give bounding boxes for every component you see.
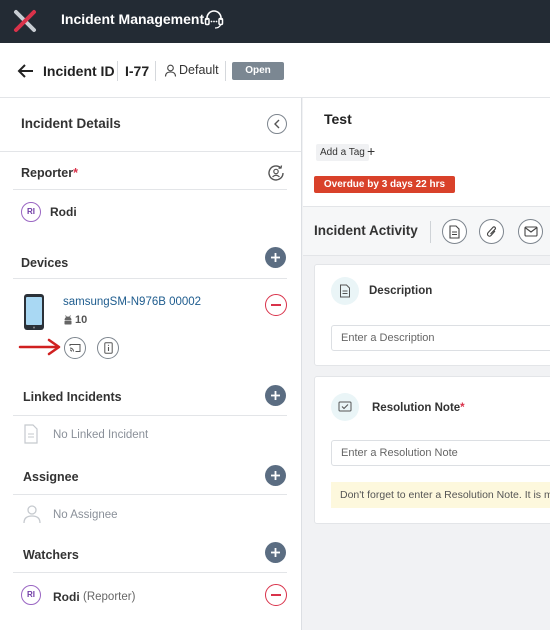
profile-label[interactable]: Default — [179, 63, 219, 77]
paperclip-icon — [486, 225, 496, 237]
incident-id: I-77 — [125, 63, 150, 79]
x-logo-icon[interactable] — [11, 7, 39, 35]
divider — [225, 61, 226, 81]
plus-icon — [271, 548, 280, 557]
resolution-warning: Don't forget to enter a Resolution Note.… — [331, 482, 550, 508]
watcher-name: Rodi — [53, 590, 80, 604]
divider — [13, 494, 287, 495]
chevron-left-icon — [274, 119, 280, 129]
minus-icon — [271, 304, 281, 306]
android-icon — [64, 314, 72, 324]
document-icon — [449, 224, 460, 239]
add-watcher-button[interactable] — [265, 542, 286, 563]
minus-icon — [271, 594, 281, 596]
plus-icon — [271, 391, 280, 400]
reporter-settings-icon[interactable] — [266, 163, 286, 183]
assignee-label: Assignee — [23, 470, 79, 484]
device-os: 10 — [63, 314, 87, 326]
document-icon — [23, 424, 39, 444]
avatar: RI — [21, 585, 41, 605]
description-icon — [331, 277, 359, 305]
divider — [13, 572, 287, 573]
incident-name[interactable]: Test — [324, 111, 352, 127]
remove-watcher-button[interactable] — [265, 584, 287, 606]
arrow-left-icon[interactable] — [17, 63, 35, 79]
user-placeholder-icon — [22, 504, 42, 524]
avatar: RI — [21, 202, 41, 222]
top-bar: Incident Management — [0, 0, 550, 43]
divider — [13, 415, 287, 416]
description-card: Description Enter a Description — [314, 264, 550, 366]
resolution-label: Resolution Note* — [372, 402, 465, 414]
devices-label: Devices — [21, 256, 69, 270]
add-assignee-button[interactable] — [265, 465, 286, 486]
activity-title: Incident Activity — [314, 223, 418, 238]
support-headset-icon[interactable] — [203, 8, 225, 30]
divider — [13, 278, 287, 279]
annotation-arrow-icon — [18, 337, 62, 357]
plus-icon — [271, 471, 280, 480]
attachment-button[interactable] — [479, 219, 504, 244]
cast-screen-button[interactable] — [64, 337, 86, 359]
divider — [155, 61, 156, 81]
incident-main: Test Add a Tag + Overdue by 3 days 22 hr… — [303, 98, 550, 630]
collapse-button[interactable] — [267, 114, 287, 134]
add-tag-button[interactable]: Add a Tag — [316, 144, 369, 161]
watchers-label: Watchers — [23, 548, 79, 562]
resolution-icon — [331, 393, 359, 421]
incident-header: Incident ID I-77 Default Open — [0, 43, 550, 98]
cast-icon — [69, 344, 81, 352]
overdue-badge: Overdue by 3 days 22 hrs — [314, 176, 455, 193]
resolution-card: Resolution Note* Enter a Resolution Note… — [314, 376, 550, 524]
activity-bar: Incident Activity — [303, 206, 550, 256]
device-info-button[interactable] — [97, 337, 119, 359]
remove-device-button[interactable] — [265, 294, 287, 316]
mail-icon — [523, 226, 538, 237]
incident-details-panel: Incident Details Reporter* RI Rodi Devic… — [0, 98, 302, 630]
plus-icon[interactable]: + — [367, 143, 375, 159]
divider — [430, 221, 431, 243]
divider — [0, 151, 301, 152]
incident-summary: Test Add a Tag + Overdue by 3 days 22 hr… — [303, 98, 550, 206]
divider — [13, 189, 287, 190]
info-icon — [103, 342, 113, 354]
os-version: 10 — [75, 314, 88, 326]
panel-title: Incident Details — [21, 116, 121, 131]
empty-assignee: No Assignee — [53, 509, 118, 521]
phone-icon — [23, 293, 45, 331]
email-button[interactable] — [518, 219, 543, 244]
description-input[interactable]: Enter a Description — [331, 325, 550, 351]
status-badge[interactable]: Open — [232, 62, 284, 80]
resolution-input[interactable]: Enter a Resolution Note — [331, 440, 550, 466]
divider — [117, 61, 118, 81]
description-label: Description — [369, 285, 433, 297]
linked-incidents-label: Linked Incidents — [23, 390, 122, 404]
add-linked-incident-button[interactable] — [265, 385, 286, 406]
note-button[interactable] — [442, 219, 467, 244]
empty-linked-incidents: No Linked Incident — [53, 429, 149, 441]
add-device-button[interactable] — [265, 247, 286, 268]
reporter-label: Reporter* — [21, 166, 78, 180]
page-title: Incident ID — [43, 63, 115, 79]
device-link[interactable]: samsungSM-N976B 00002 — [63, 296, 201, 308]
reporter-name: Rodi — [50, 205, 77, 219]
watcher-role: (Reporter) — [83, 591, 136, 603]
app-title: Incident Management — [61, 11, 205, 27]
plus-icon — [271, 253, 280, 262]
user-icon — [164, 64, 177, 77]
